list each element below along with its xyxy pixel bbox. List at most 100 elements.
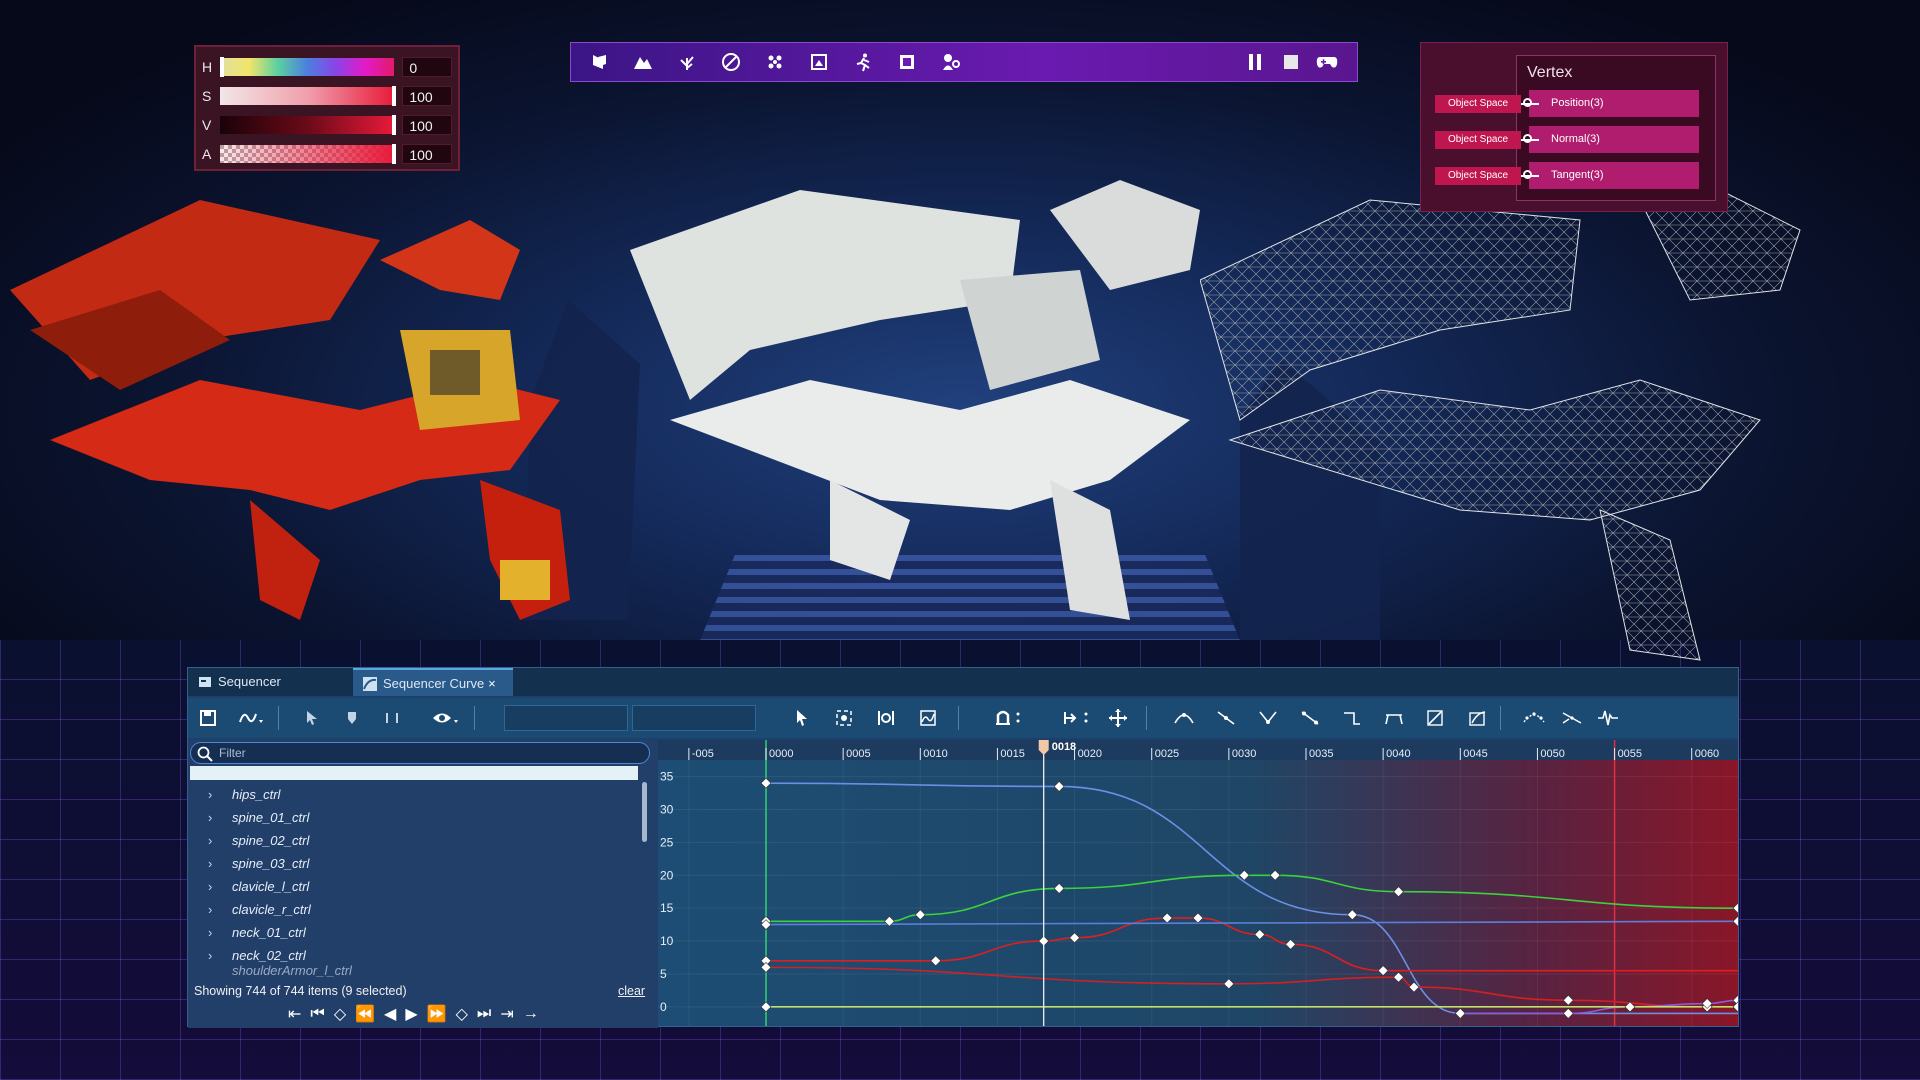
move-snapping-icon[interactable] — [1104, 704, 1132, 732]
reduce-keys-icon[interactable] — [1558, 704, 1586, 732]
mesh-icon[interactable] — [891, 46, 923, 78]
alpha-slider-handle[interactable] — [391, 143, 396, 164]
chevron-right-icon[interactable]: › — [208, 807, 232, 829]
key-time-field[interactable] — [504, 705, 628, 731]
port-normal[interactable]: Normal(3) — [1523, 126, 1699, 153]
gamepad-icon[interactable] — [1311, 46, 1343, 78]
tab-bar: Sequencer Sequencer Curve × — [188, 668, 1738, 696]
terrain-icon[interactable] — [627, 46, 659, 78]
chevron-right-icon[interactable]: › — [208, 784, 232, 806]
ruler-label: 0010 — [923, 748, 947, 760]
object-space-input-3[interactable]: Object Space — [1435, 167, 1521, 185]
pause-icon[interactable] — [1239, 46, 1271, 78]
frame-all-icon[interactable] — [872, 704, 900, 732]
chevron-right-icon[interactable]: › — [208, 830, 232, 852]
curve-plot-svg[interactable]: 35302520151050 -005 0000 0005 0010 0015 0020 0… — [658, 740, 1738, 1026]
track-row[interactable]: › clavicle_r_ctrl — [208, 899, 311, 921]
tab-sequencer-curve[interactable]: Sequencer Curve × — [353, 668, 513, 696]
play-reverse-icon[interactable]: ◀ — [384, 1004, 396, 1024]
stop-icon[interactable] — [1275, 46, 1307, 78]
clear-filter-link[interactable]: clear — [618, 984, 645, 998]
retime-tool-icon[interactable] — [338, 704, 366, 732]
key-value-field[interactable] — [632, 705, 756, 731]
selected-row-highlight[interactable] — [190, 766, 638, 780]
alpha-value-field[interactable]: 100 — [402, 143, 452, 164]
track-row[interactable]: › clavicle_l_ctrl — [208, 876, 309, 898]
time-snapping-icon[interactable] — [1058, 704, 1094, 732]
next-key-icon[interactable]: ◇ — [456, 1004, 468, 1024]
hue-value-field[interactable]: 0 — [402, 56, 452, 77]
chevron-right-icon[interactable]: › — [208, 899, 232, 921]
step-back-key-icon[interactable]: ⏮ — [310, 1005, 324, 1023]
curve-options-icon[interactable] — [234, 704, 270, 732]
tangent-straighten-icon[interactable] — [1422, 704, 1450, 732]
frame-selection-icon[interactable] — [830, 704, 858, 732]
hue-slider-handle[interactable] — [219, 56, 224, 77]
transform-tool-icon[interactable] — [378, 704, 406, 732]
filter-curve-icon[interactable] — [1594, 704, 1622, 732]
track-row[interactable]: › neck_02_ctrl — [208, 945, 306, 967]
foliage-icon[interactable] — [671, 46, 703, 78]
outliner-scrollbar[interactable] — [642, 782, 647, 842]
play-icon[interactable]: ▶ — [405, 1004, 417, 1024]
tangent-break-icon[interactable] — [1254, 704, 1282, 732]
tangent-auto-icon[interactable] — [1170, 704, 1198, 732]
particles-icon[interactable] — [759, 46, 791, 78]
chevron-right-icon[interactable]: › — [208, 876, 232, 898]
chevron-right-icon[interactable]: › — [208, 945, 232, 967]
texture-icon[interactable] — [803, 46, 835, 78]
animation-runner-icon[interactable] — [847, 46, 879, 78]
jump-to-start-icon[interactable]: ⇤ — [288, 1004, 301, 1024]
saturation-slider-handle[interactable] — [391, 85, 396, 106]
step-forward-frame-icon[interactable]: ⏩ — [427, 1004, 447, 1024]
chevron-right-icon[interactable]: › — [208, 922, 232, 944]
hue-slider[interactable] — [219, 56, 395, 77]
track-row[interactable]: › spine_03_ctrl — [208, 853, 309, 875]
step-forward-key-icon[interactable]: ⏭ — [477, 1005, 491, 1023]
saturation-value-field[interactable]: 100 — [402, 85, 452, 106]
y-axis-label: 10 — [660, 934, 674, 948]
visibility-eye-icon[interactable] — [428, 704, 464, 732]
step-back-frame-icon[interactable]: ⏪ — [355, 1004, 375, 1024]
alpha-slider[interactable] — [219, 143, 396, 164]
curve-graph[interactable]: 35 30 25 20 15 10 5 0 -005 0000 0005 0010 0015 0020 0… — [658, 740, 1738, 1026]
playhead-handle[interactable] — [1038, 740, 1049, 755]
normalize-view-icon[interactable] — [914, 704, 942, 732]
port-position[interactable]: Position(3) — [1523, 90, 1699, 117]
vertex-node[interactable]: Vertex Position(3) Normal(3) Tangent(3) — [1516, 55, 1716, 201]
value-value-field[interactable]: 100 — [402, 114, 452, 135]
track-row[interactable]: › hips_ctrl — [208, 784, 280, 806]
select-tool-icon[interactable] — [298, 704, 326, 732]
character-icon[interactable] — [935, 46, 967, 78]
pointer-icon[interactable] — [788, 704, 816, 732]
track-row[interactable]: shoulderArmor_l_ctrl — [208, 965, 352, 977]
tangent-linear-icon[interactable] — [1296, 704, 1324, 732]
color-picker-panel: H 0 S 100 V 100 A 100 — [194, 45, 460, 171]
tab-sequencer[interactable]: Sequencer — [188, 668, 348, 696]
loop-icon[interactable]: → — [523, 1005, 539, 1023]
snap-icon[interactable] — [990, 704, 1026, 732]
track-row[interactable]: › spine_01_ctrl — [208, 807, 309, 829]
chevron-right-icon[interactable]: › — [208, 853, 232, 875]
track-row[interactable]: › spine_02_ctrl — [208, 830, 309, 852]
paint-icon[interactable] — [715, 46, 747, 78]
object-space-input-2[interactable]: Object Space — [1435, 131, 1521, 149]
tangent-constant-icon[interactable] — [1338, 704, 1366, 732]
tangent-user-icon[interactable] — [1212, 704, 1240, 732]
track-row[interactable]: › neck_01_ctrl — [208, 922, 306, 944]
tangent-flatten-icon[interactable] — [1380, 704, 1408, 732]
value-slider-handle[interactable] — [391, 114, 396, 135]
save-icon[interactable] — [194, 704, 222, 732]
close-icon[interactable]: × — [488, 676, 496, 691]
jump-to-end-icon[interactable]: ⇥ — [500, 1004, 513, 1024]
saturation-slider[interactable] — [219, 85, 396, 106]
curve-weighted-icon[interactable] — [1464, 704, 1492, 732]
object-space-input-1[interactable]: Object Space — [1435, 95, 1521, 113]
select-object-icon[interactable] — [583, 46, 615, 78]
bake-curve-icon[interactable] — [1520, 704, 1548, 732]
port-tangent[interactable]: Tangent(3) — [1523, 162, 1699, 189]
filter-search-input[interactable]: Filter — [190, 742, 650, 764]
value-slider[interactable] — [219, 114, 396, 135]
prev-key-icon[interactable]: ◇ — [334, 1004, 346, 1024]
picker-row-v: V 100 — [202, 110, 452, 139]
